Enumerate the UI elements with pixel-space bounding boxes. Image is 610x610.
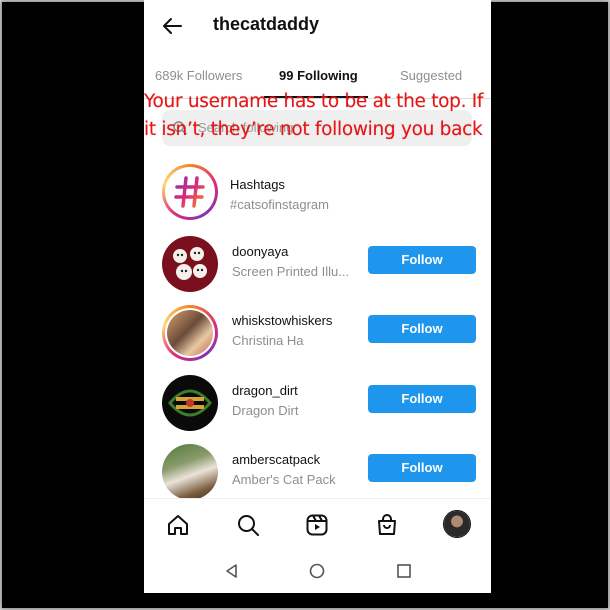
- follow-button[interactable]: Follow: [368, 454, 476, 482]
- screenshot-frame: thecatdaddy 689k Followers 99 Following …: [0, 0, 610, 610]
- list-item[interactable]: whiskstowhiskers Christina Ha Follow: [144, 301, 491, 365]
- tab-followers[interactable]: 689k Followers: [155, 68, 242, 83]
- system-navigation: [144, 550, 491, 593]
- display-name: Dragon Dirt: [232, 403, 299, 418]
- page-title: thecatdaddy: [213, 14, 320, 34]
- bottom-navigation: [144, 498, 491, 551]
- display-name: Amber's Cat Pack: [232, 472, 336, 487]
- follow-button[interactable]: Follow: [368, 315, 476, 343]
- avatar[interactable]: [162, 305, 218, 361]
- follow-button[interactable]: Follow: [368, 385, 476, 413]
- avatar[interactable]: [162, 444, 218, 500]
- arrow-left-icon[interactable]: [160, 14, 184, 38]
- follow-button[interactable]: Follow: [368, 246, 476, 274]
- home-circle-icon[interactable]: [308, 562, 326, 580]
- display-name: Screen Printed Illu...: [232, 264, 350, 279]
- tab-following[interactable]: 99 Following: [279, 68, 358, 83]
- search-icon[interactable]: [236, 513, 260, 537]
- username[interactable]: whiskstowhiskers: [232, 313, 332, 328]
- username[interactable]: amberscatpack: [232, 452, 320, 467]
- profile-avatar[interactable]: [443, 510, 471, 538]
- hashtags-subtitle: #catsofinstagram: [230, 197, 329, 212]
- avatar[interactable]: [162, 375, 218, 431]
- home-icon[interactable]: [166, 513, 190, 537]
- username[interactable]: dragon_dirt: [232, 383, 298, 398]
- reels-icon[interactable]: [305, 513, 329, 537]
- recents-square-icon[interactable]: [395, 562, 413, 580]
- list-item[interactable]: doonyaya Screen Printed Illu... Follow: [144, 232, 491, 296]
- hashtags-title: Hashtags: [230, 177, 285, 192]
- shop-icon[interactable]: [375, 513, 399, 537]
- list-item[interactable]: dragon_dirt Dragon Dirt Follow: [144, 371, 491, 435]
- avatar[interactable]: [162, 236, 218, 292]
- list-item[interactable]: amberscatpack Amber's Cat Pack Follow: [144, 440, 491, 504]
- tab-suggested[interactable]: Suggested: [400, 68, 462, 83]
- display-name: Christina Ha: [232, 333, 304, 348]
- app-header: thecatdaddy: [144, 0, 491, 52]
- annotation-text: Your username has to be at the top. If i…: [144, 91, 484, 140]
- hashtag-icon: [162, 164, 218, 220]
- username[interactable]: doonyaya: [232, 244, 288, 259]
- hashtags-row[interactable]: Hashtags #catsofinstagram: [144, 160, 491, 224]
- back-triangle-icon[interactable]: [223, 562, 241, 580]
